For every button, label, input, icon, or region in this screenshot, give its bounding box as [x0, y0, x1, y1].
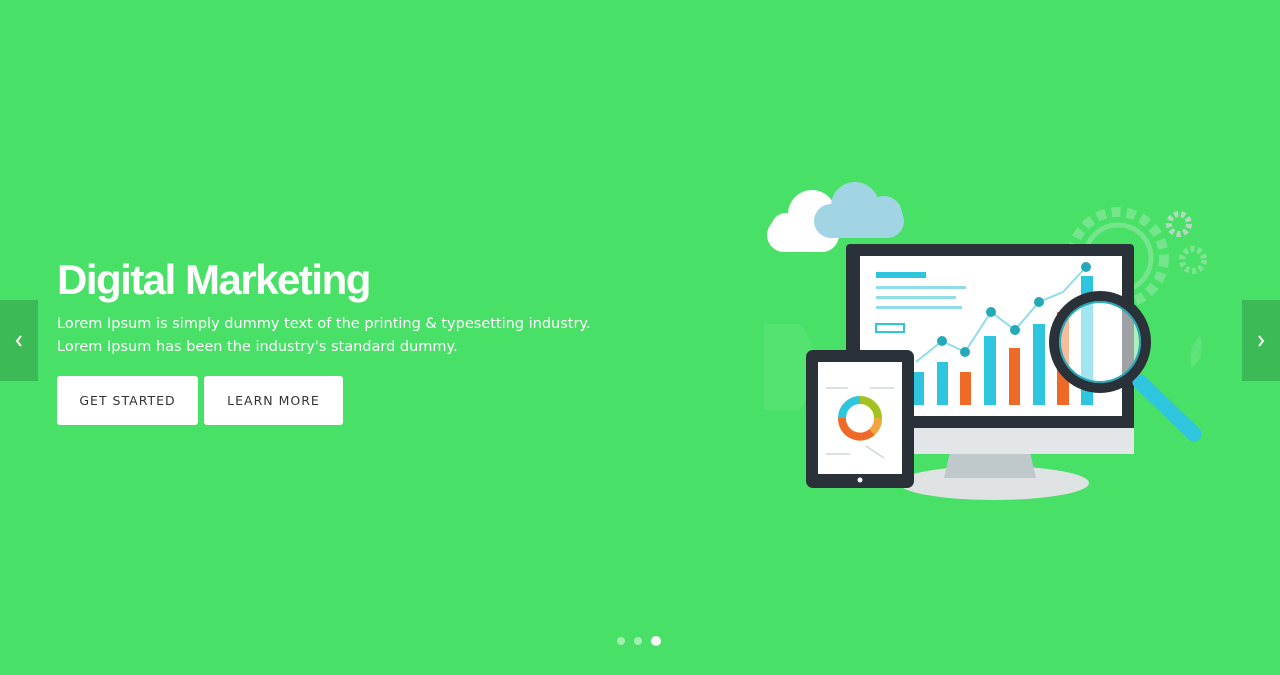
- hero-description: Lorem Ipsum is simply dummy text of the …: [57, 313, 697, 359]
- digital-marketing-illustration: [764, 182, 1207, 500]
- hero-description-line2: Lorem Ipsum has been the industry's stan…: [57, 339, 458, 355]
- hero-description-line1: Lorem Ipsum is simply dummy text of the …: [57, 316, 591, 332]
- faint-leaf-icon: [1190, 336, 1202, 368]
- hero-buttons: GET STARTED LEARN MORE: [57, 376, 697, 425]
- tablet-icon: [806, 350, 914, 488]
- prev-slide-button[interactable]: [0, 300, 38, 381]
- hero-title: Digital Marketing: [57, 256, 371, 303]
- hero-content: Digital Marketing Lorem Ipsum is simply …: [57, 254, 697, 425]
- carousel-dot-3[interactable]: [651, 636, 661, 646]
- carousel-dot-2[interactable]: [634, 637, 642, 645]
- carousel-dot-1[interactable]: [617, 637, 625, 645]
- hero-slide: Digital Marketing Lorem Ipsum is simply …: [0, 0, 1280, 675]
- carousel-indicators: [617, 636, 661, 646]
- cloud-blue-icon: [814, 182, 904, 238]
- chevron-right-icon: [1258, 334, 1265, 347]
- learn-more-button[interactable]: LEARN MORE: [204, 376, 343, 425]
- next-slide-button[interactable]: [1242, 300, 1280, 381]
- get-started-button[interactable]: GET STARTED: [57, 376, 198, 425]
- chevron-left-icon: [15, 334, 22, 347]
